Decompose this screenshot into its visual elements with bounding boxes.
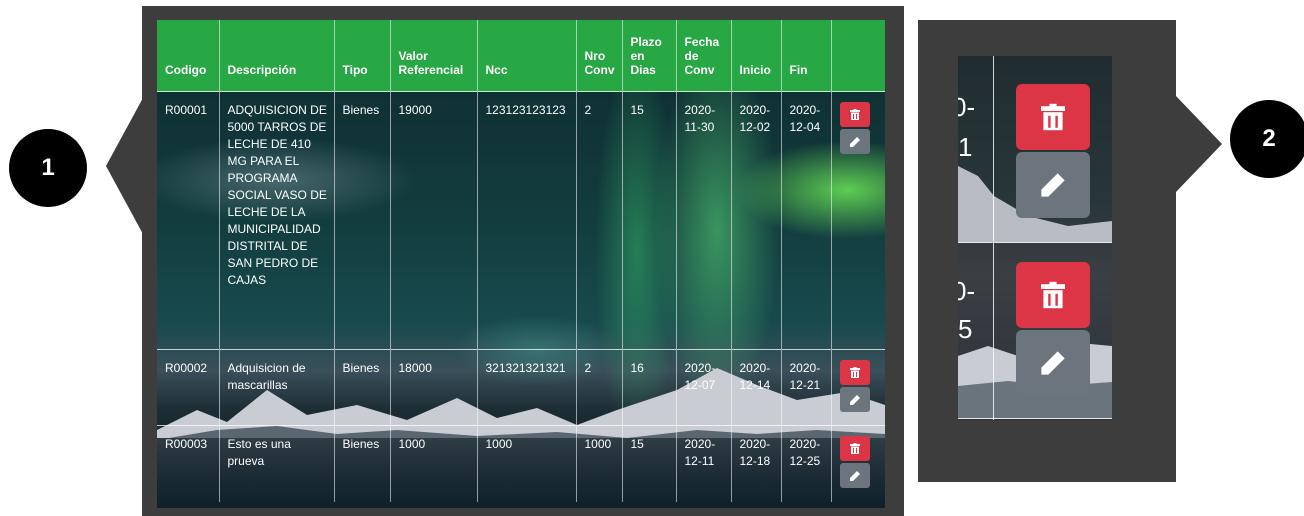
cell-ncc: 321321321321 — [477, 349, 577, 426]
header-codigo: Codigo — [157, 20, 220, 92]
cell-inicio: 2020-12-14 — [731, 349, 782, 426]
table-row: R00003 Esto es una prueva Bienes 1000 10… — [157, 425, 885, 502]
cell-fecha: 2020-12-11 — [676, 425, 732, 502]
row-divider — [958, 418, 1112, 419]
cell-nro-conv: 2 — [576, 349, 623, 426]
delete-button[interactable] — [839, 102, 870, 127]
callout-1: 1 — [9, 129, 87, 207]
header-actions — [831, 20, 885, 92]
cell-inicio: 2020-12-02 — [731, 91, 782, 350]
cell-nro-conv: 2 — [576, 91, 623, 350]
cell-fragment: 0- — [958, 92, 976, 122]
cell-actions — [831, 349, 885, 426]
header-descripcion: Descripción — [219, 20, 335, 92]
table-row: R00001 ADQUISICION DE 5000 TARROS DE LEC… — [157, 91, 885, 350]
trash-icon — [849, 367, 860, 378]
cell-plazo: 16 — [622, 349, 677, 426]
cell-descripcion: Esto es una prueva — [219, 425, 335, 502]
cell-fragment: 0- — [958, 276, 976, 306]
pen-icon — [1041, 351, 1065, 375]
column-divider — [993, 56, 994, 420]
cell-actions — [831, 91, 885, 350]
cell-ncc: 123123123123 — [477, 91, 577, 350]
trash-icon — [849, 443, 860, 454]
cell-valor: 1000 — [390, 425, 478, 502]
cell-valor: 19000 — [390, 91, 478, 350]
edit-button[interactable] — [839, 387, 870, 412]
trash-icon — [849, 109, 860, 120]
delete-button[interactable] — [839, 436, 870, 461]
cell-nro-conv: 1000 — [576, 425, 623, 502]
edit-button-zoomed[interactable] — [1016, 152, 1090, 218]
callout-2-pointer — [1176, 96, 1222, 192]
header-valor-referencial: Valor Referencial — [390, 20, 478, 92]
callout-1-pointer — [106, 96, 144, 236]
callout-2: 2 — [1230, 100, 1304, 178]
header-inicio: Inicio — [731, 20, 782, 92]
trash-icon — [1041, 281, 1065, 309]
cell-valor: 18000 — [390, 349, 478, 426]
row-divider — [958, 242, 1112, 243]
table-header-row: Codigo Descripción Tipo Valor Referencia… — [157, 20, 885, 92]
delete-button[interactable] — [839, 360, 870, 385]
cell-tipo: Bienes — [334, 349, 391, 426]
cell-fecha: 2020-11-30 — [676, 91, 732, 350]
cell-descripcion: Adquisicion de mascarillas — [219, 349, 335, 426]
cell-actions — [831, 425, 885, 502]
cell-plazo: 15 — [622, 91, 677, 350]
edit-button[interactable] — [839, 129, 870, 154]
delete-button-zoomed[interactable] — [1016, 84, 1090, 150]
header-ncc: Ncc — [477, 20, 577, 92]
delete-button-zoomed[interactable] — [1016, 262, 1090, 328]
cell-fragment: 1 — [958, 132, 973, 162]
cell-fragment: 5 — [958, 314, 973, 344]
cell-inicio: 2020-12-18 — [731, 425, 782, 502]
table-row: R00002 Adquisicion de mascarillas Bienes… — [157, 349, 885, 426]
cell-codigo: R00003 — [157, 425, 220, 502]
cell-tipo: Bienes — [334, 91, 391, 350]
cell-fin: 2020-12-25 — [781, 425, 832, 502]
cell-fin: 2020-12-21 — [781, 349, 832, 426]
cell-ncc: 1000 — [477, 425, 577, 502]
header-fin: Fin — [781, 20, 832, 92]
pen-icon — [849, 394, 860, 405]
edit-button[interactable] — [839, 463, 870, 488]
pen-icon — [1041, 173, 1065, 197]
cell-fin: 2020-12-04 — [781, 91, 832, 350]
trash-icon — [1041, 103, 1065, 131]
header-nro-conv: Nro Conv — [576, 20, 623, 92]
cell-tipo: Bienes — [334, 425, 391, 502]
pen-icon — [849, 136, 860, 147]
cell-codigo: R00002 — [157, 349, 220, 426]
convocatorias-table: Codigo Descripción Tipo Valor Referencia… — [157, 20, 885, 502]
cell-codigo: R00001 — [157, 91, 220, 350]
header-plazo-dias: Plazo en Dias — [622, 20, 677, 92]
cell-fecha: 2020-12-07 — [676, 349, 732, 426]
cell-plazo: 15 — [622, 425, 677, 502]
header-fecha-conv: Fecha de Conv — [676, 20, 732, 92]
edit-button-zoomed[interactable] — [1016, 330, 1090, 396]
pen-icon — [849, 470, 860, 481]
cell-descripcion: ADQUISICION DE 5000 TARROS DE LECHE DE 4… — [219, 91, 335, 350]
header-tipo: Tipo — [334, 20, 391, 92]
zoomed-actions-panel: 0- 1 0- 5 — [958, 56, 1112, 420]
